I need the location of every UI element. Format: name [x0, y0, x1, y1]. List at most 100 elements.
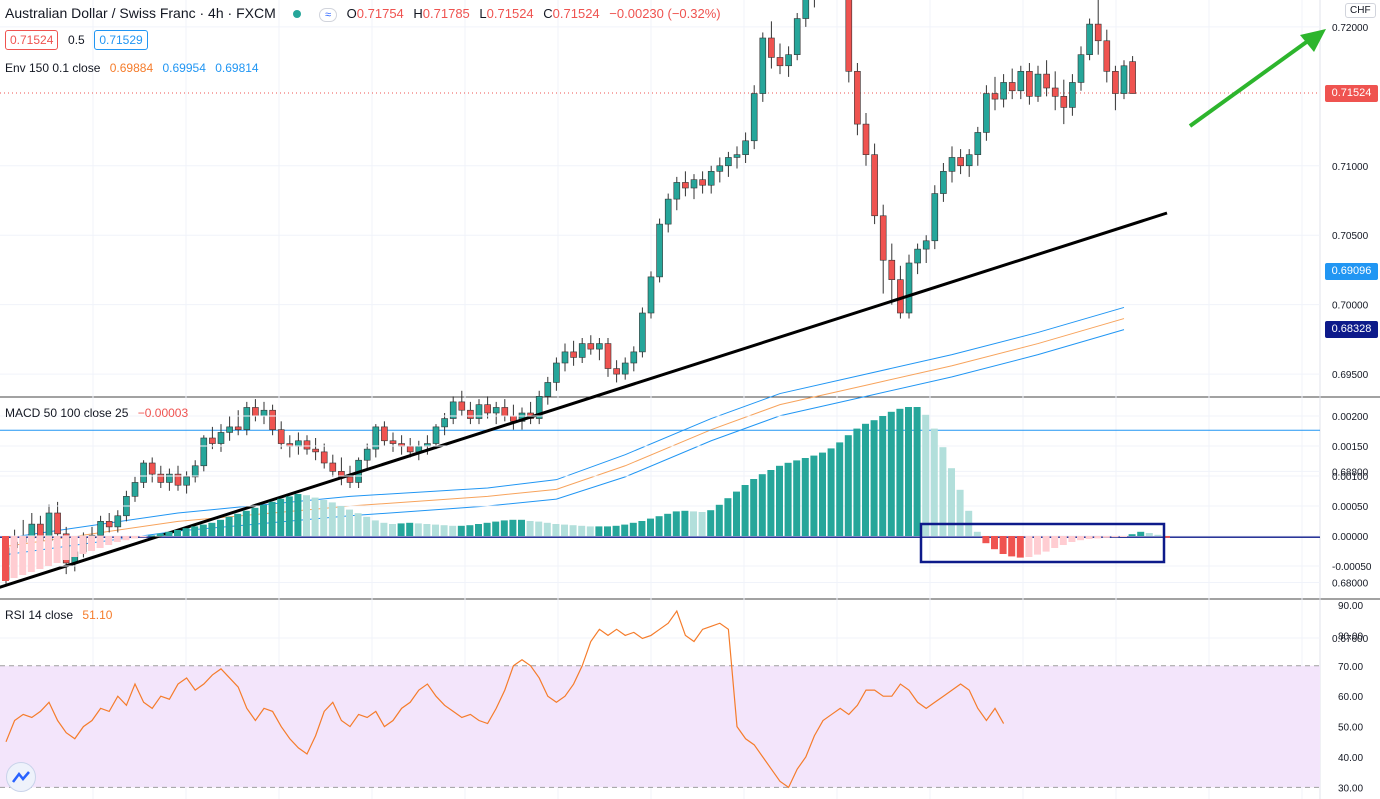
- candle-body: [1000, 82, 1007, 100]
- candle-body: [260, 409, 268, 417]
- candle-body: [888, 259, 896, 280]
- macd-bar: [208, 522, 216, 536]
- candles-group: [2, 0, 1136, 587]
- macd-bar: [578, 525, 586, 536]
- macd-bar: [432, 524, 439, 536]
- currency-badge[interactable]: CHF: [1345, 3, 1376, 18]
- macd-bar: [131, 536, 138, 539]
- candle-body: [1094, 23, 1102, 42]
- envelope-lower-value: 0.69814: [215, 61, 259, 75]
- macd-bar: [629, 522, 637, 536]
- sell-price-button[interactable]: 0.71524: [5, 30, 59, 50]
- candle-body: [312, 448, 319, 453]
- chart-canvas[interactable]: 0.725000.720000.710000.705000.700000.695…: [0, 0, 1380, 799]
- price-axis-tick: 0.70000: [1332, 301, 1369, 312]
- macd-bar: [896, 408, 904, 536]
- candle-body: [1103, 40, 1111, 72]
- buy-price-button[interactable]: 0.71529: [94, 30, 148, 50]
- macd-bar: [191, 526, 199, 536]
- macd-bar: [311, 497, 319, 536]
- macd-bar: [853, 428, 861, 536]
- macd-bar: [414, 523, 422, 536]
- macd-bar: [165, 531, 173, 536]
- macd-bar: [1085, 536, 1093, 539]
- candle-body: [140, 462, 147, 483]
- candle-body: [991, 93, 999, 100]
- candle-body: [492, 407, 500, 414]
- macd-bar: [776, 465, 783, 536]
- macd-bar: [1077, 536, 1084, 541]
- candle-body: [1077, 54, 1085, 83]
- macd-bar: [242, 510, 250, 536]
- candle-body: [234, 426, 242, 430]
- macd-bar: [500, 520, 508, 536]
- candle-body: [948, 157, 956, 172]
- candle-body: [1008, 82, 1016, 92]
- tradingview-logo-icon[interactable]: [6, 762, 36, 792]
- candle-body: [750, 93, 758, 142]
- macd-bar: [604, 526, 611, 536]
- macd-bar: [10, 536, 18, 578]
- candle-body: [346, 476, 354, 483]
- candle-body: [217, 432, 225, 444]
- rsi-value: 51.10: [82, 608, 113, 622]
- macd-bar: [53, 536, 61, 563]
- candle-body: [441, 418, 448, 428]
- macd-axis-tick: 0.00100: [1332, 472, 1369, 483]
- candle-body: [621, 362, 629, 375]
- macd-bar: [862, 423, 869, 536]
- open-label: O: [346, 6, 357, 21]
- envelope-upper-value: 0.69954: [162, 61, 206, 75]
- candle-body: [604, 343, 612, 369]
- macd-bar: [836, 442, 844, 536]
- spread-value: 0.5: [68, 33, 85, 47]
- candle-body: [1026, 71, 1033, 97]
- candle-body: [148, 462, 156, 475]
- macd-bar: [328, 502, 336, 536]
- candle-body: [699, 179, 706, 186]
- macd-label: MACD 50 100 close 25: [5, 406, 129, 420]
- macd-bar: [62, 536, 70, 560]
- candle-body: [501, 407, 509, 417]
- macd-bar: [939, 447, 947, 536]
- candle-body: [656, 223, 663, 278]
- candle-body: [166, 473, 173, 483]
- candle-body: [965, 154, 973, 167]
- high-label: H: [413, 6, 423, 21]
- macd-bar: [303, 495, 310, 536]
- macd-bar: [767, 470, 775, 536]
- macd-legend[interactable]: MACD 50 100 close 25 −0.00003: [5, 406, 194, 420]
- rsi-legend[interactable]: RSI 14 close 51.10: [5, 608, 118, 622]
- macd-bar: [1025, 536, 1033, 557]
- candle-body: [759, 37, 767, 94]
- macd-bar: [801, 458, 809, 536]
- candle-body: [277, 429, 285, 444]
- candle-body: [802, 0, 810, 19]
- candle-body: [1051, 87, 1059, 97]
- macd-bar: [973, 531, 981, 536]
- macd-bar: [913, 407, 921, 536]
- rsi-axis-tick: 60.00: [1338, 692, 1363, 703]
- macd-bar: [475, 524, 482, 536]
- macd-bar: [982, 536, 990, 544]
- macd-bar: [457, 525, 465, 536]
- macd-bar: [337, 506, 345, 536]
- macd-bar: [698, 512, 706, 536]
- macd-bar: [182, 528, 190, 536]
- macd-bar: [690, 511, 697, 536]
- candle-body: [570, 351, 577, 358]
- wave-icon[interactable]: ≈: [318, 8, 338, 22]
- macd-bar: [758, 474, 766, 536]
- envelope-legend[interactable]: Env 150 0.1 close 0.69884 0.69954 0.6981…: [5, 61, 265, 75]
- macd-bar: [707, 510, 715, 536]
- macd-bar: [784, 462, 792, 536]
- macd-bar: [320, 500, 328, 536]
- macd-bar: [371, 520, 379, 536]
- macd-bar: [260, 504, 267, 536]
- rsi-axis-tick: 80.00: [1338, 631, 1363, 642]
- macd-bar: [621, 524, 629, 536]
- symbol-title[interactable]: Australian Dollar / Swiss Franc · 4h · F…: [5, 5, 276, 21]
- candle-body: [406, 446, 414, 453]
- candle-body: [544, 382, 552, 397]
- price-axis-tick: 0.71000: [1332, 162, 1369, 173]
